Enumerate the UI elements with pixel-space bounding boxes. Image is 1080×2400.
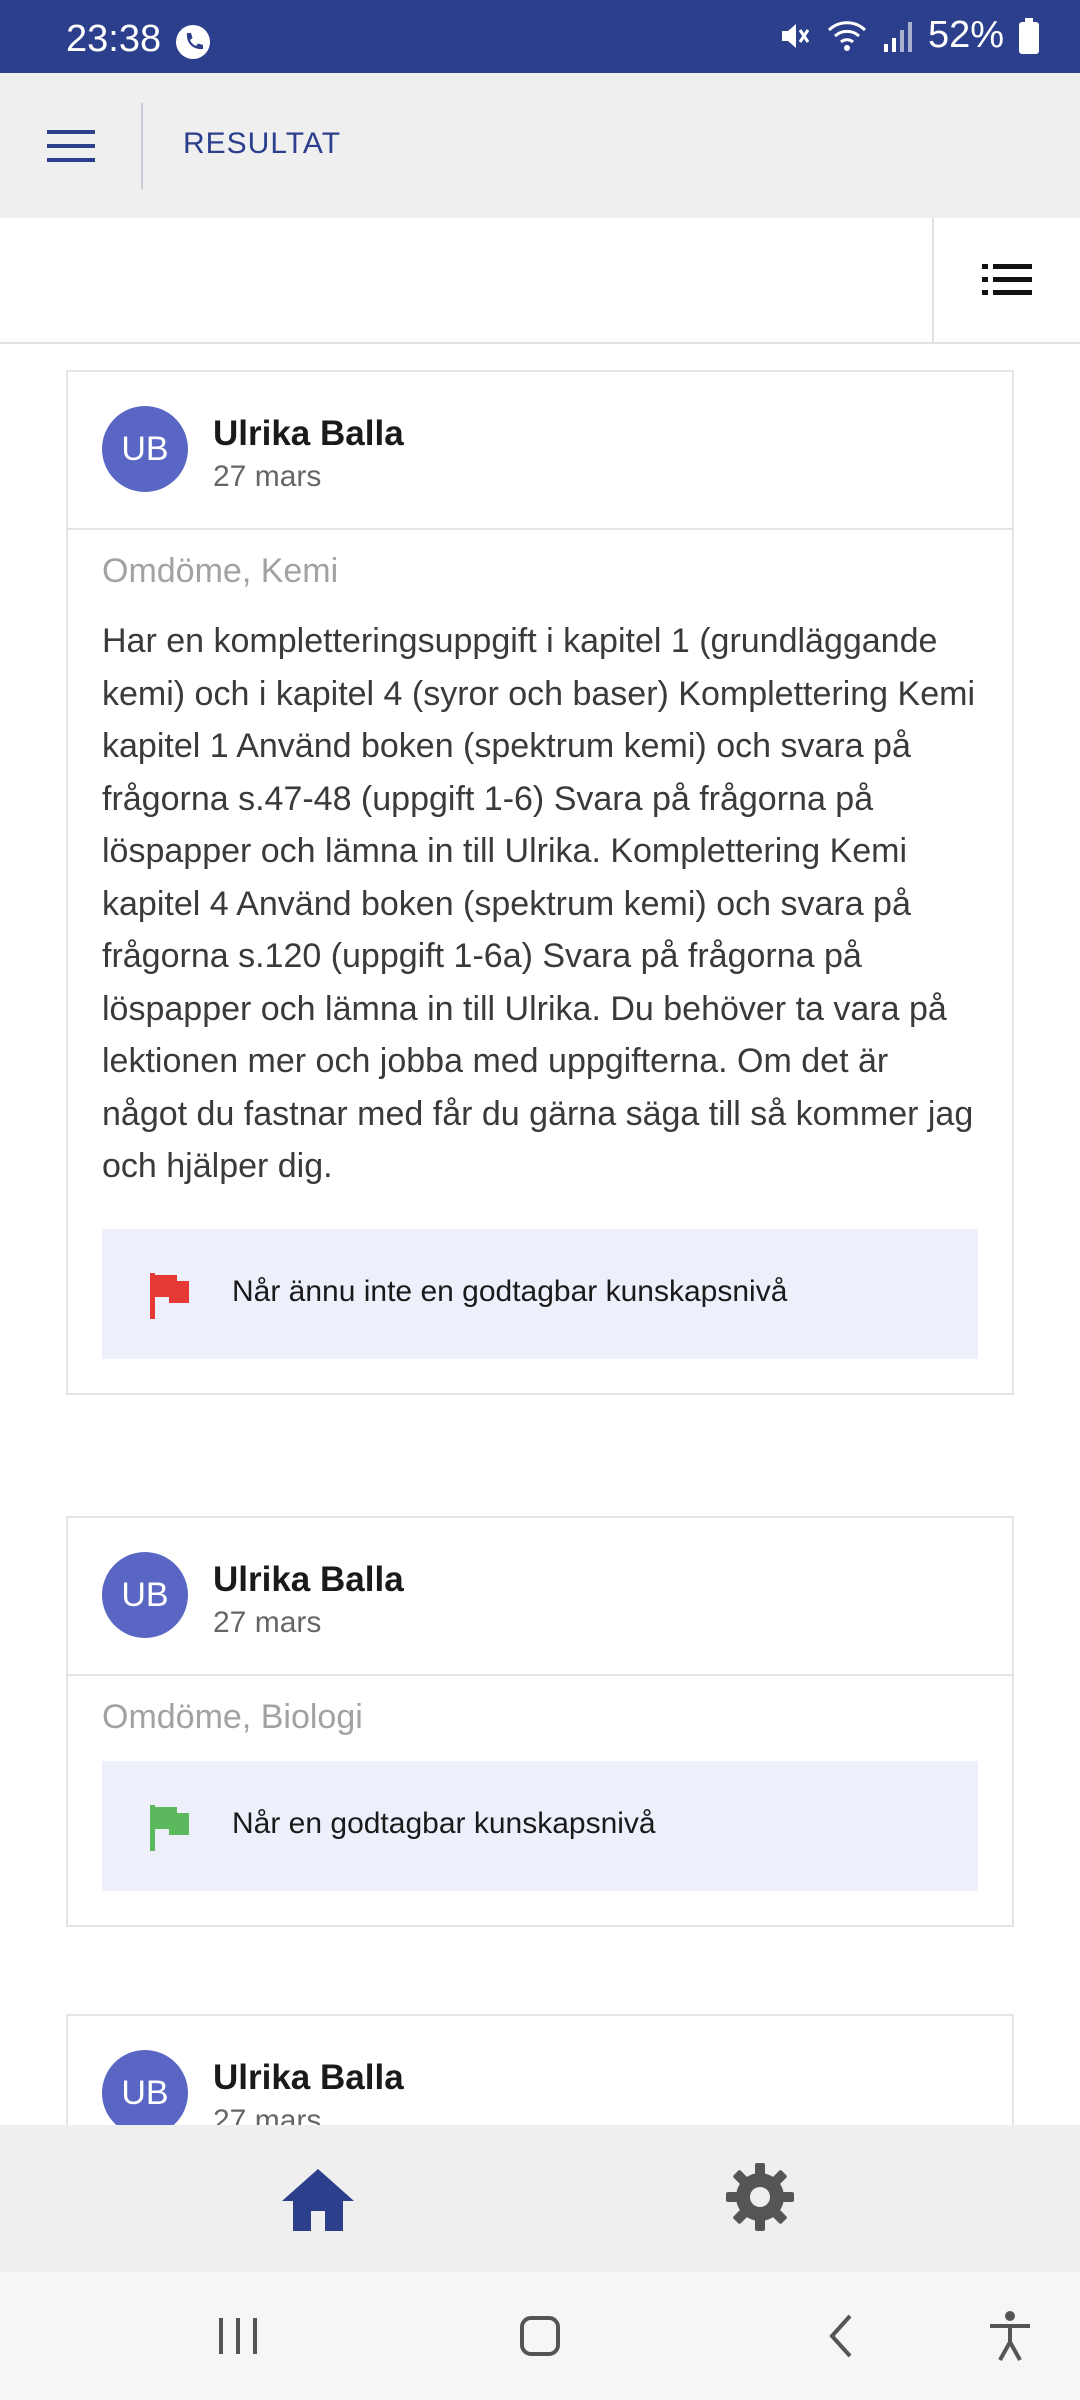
status-text: Når en godtagbar kunskapsnivå xyxy=(232,1807,656,1840)
avatar: UB xyxy=(102,406,188,492)
author-name: Ulrika Balla xyxy=(213,2058,404,2097)
post-date: 27 mars xyxy=(213,460,322,493)
bottom-navigation xyxy=(0,2125,1080,2272)
assessment-status: Når ännu inte en godtagbar kunskapsnivå xyxy=(102,1228,978,1359)
status-time: 23:38 xyxy=(66,18,162,60)
results-feed[interactable]: UB Ulrika Balla 27 mars Omdöme, Kemi Har… xyxy=(0,344,1080,2125)
result-card[interactable]: UB Ulrika Balla 27 mars xyxy=(66,2014,1014,2125)
avatar: UB xyxy=(102,1552,188,1638)
battery-icon xyxy=(1019,17,1039,54)
result-card[interactable]: UB Ulrika Balla 27 mars Omdöme, Biologi … xyxy=(66,1516,1014,1927)
post-date: 27 mars xyxy=(213,2104,322,2125)
call-icon xyxy=(176,25,210,59)
result-card[interactable]: UB Ulrika Balla 27 mars Omdöme, Kemi Har… xyxy=(66,370,1014,1395)
author-name: Ulrika Balla xyxy=(213,1560,404,1599)
red-flag-icon xyxy=(150,1272,189,1319)
subject-label: Omdöme, Kemi xyxy=(102,552,339,590)
mute-icon xyxy=(781,23,810,48)
back-icon[interactable] xyxy=(812,2306,872,2366)
card-header: UB Ulrika Balla 27 mars xyxy=(68,2016,1012,2125)
home-icon[interactable] xyxy=(278,2165,358,2235)
post-date: 27 mars xyxy=(213,1606,322,1639)
card-body: Omdöme, Kemi Har en kompletteringsuppgif… xyxy=(68,530,1012,1393)
subject-label: Omdöme, Biologi xyxy=(102,1698,363,1736)
settings-icon[interactable] xyxy=(724,2161,796,2233)
header-divider xyxy=(141,103,143,189)
app-header: RESULTAT xyxy=(0,73,1080,218)
comment-text: Har en kompletteringsuppgift i kapitel 1… xyxy=(102,622,975,1185)
author-name: Ulrika Balla xyxy=(213,414,404,453)
status-text: Når ännu inte en godtagbar kunskapsnivå xyxy=(232,1274,788,1308)
green-flag-icon xyxy=(150,1805,189,1851)
card-body: Omdöme, Biologi Når en godtagbar kunskap… xyxy=(68,1676,1012,1925)
toolbar xyxy=(0,218,1080,344)
hamburger-menu-icon xyxy=(47,130,95,162)
battery-percent: 52% xyxy=(927,14,1004,56)
home-nav-icon[interactable] xyxy=(510,2306,570,2366)
list-view-icon xyxy=(982,264,1032,295)
menu-button[interactable] xyxy=(38,113,104,179)
page-title: RESULTAT xyxy=(183,127,342,160)
assessment-status: Når en godtagbar kunskapsnivå xyxy=(102,1761,978,1891)
system-navigation-bar xyxy=(0,2272,1080,2400)
avatar: UB xyxy=(102,2050,188,2125)
wifi-icon xyxy=(827,20,866,51)
card-header: UB Ulrika Balla 27 mars xyxy=(68,1518,1012,1676)
signal-icon xyxy=(883,21,912,52)
list-view-button[interactable] xyxy=(934,218,1080,342)
recent-apps-icon[interactable] xyxy=(208,2306,268,2366)
accessibility-icon[interactable] xyxy=(980,2306,1040,2366)
card-header: UB Ulrika Balla 27 mars xyxy=(68,372,1012,530)
status-bar: 23:38 52% xyxy=(0,0,1080,73)
